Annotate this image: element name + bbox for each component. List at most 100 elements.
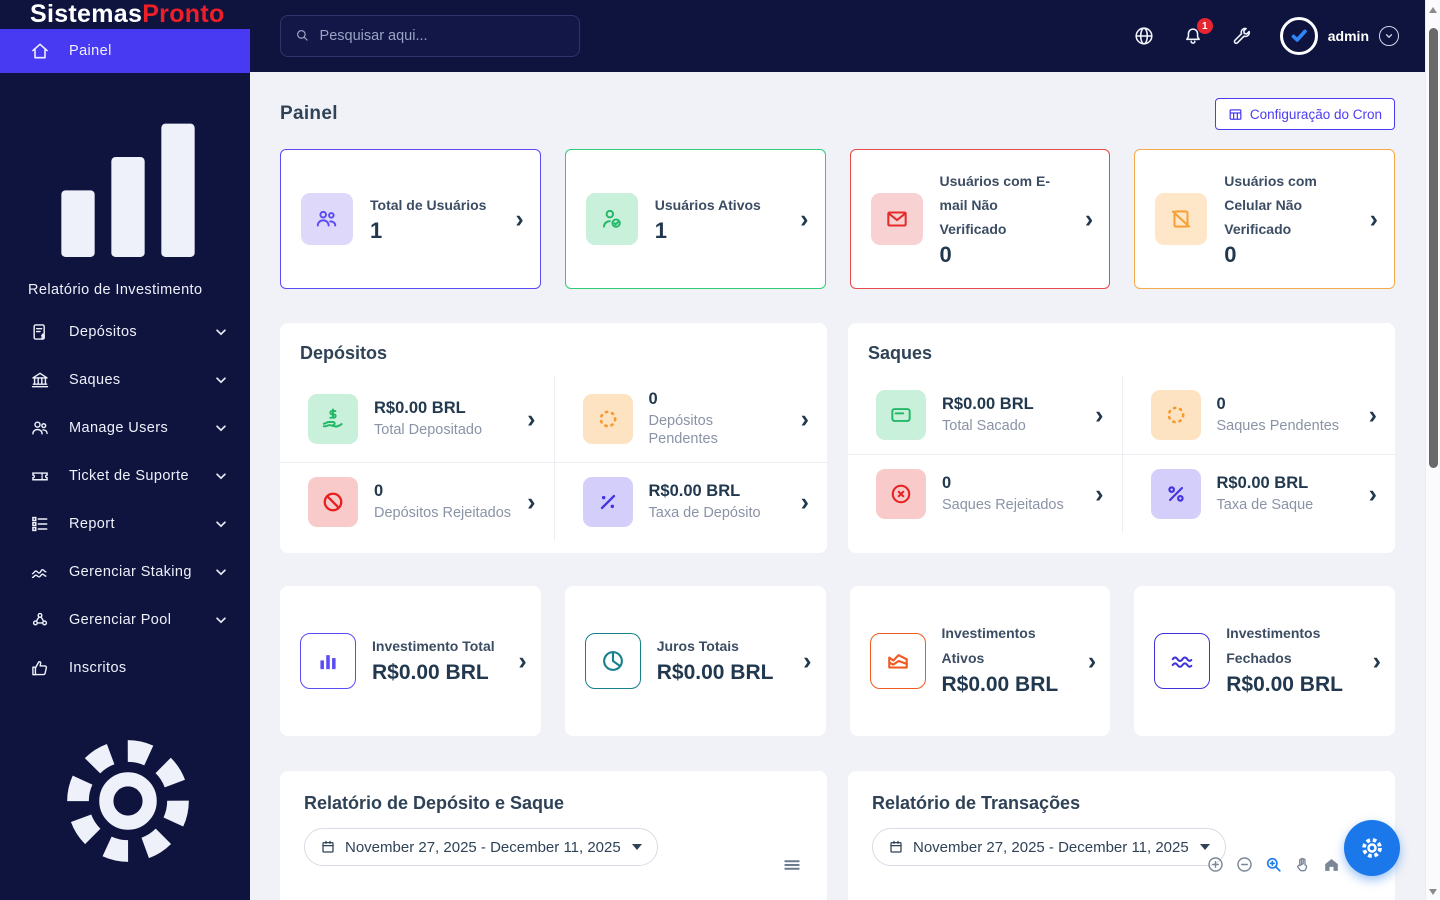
- users-icon: [30, 418, 50, 438]
- card-investimentos-fechados[interactable]: Investimentos Fechados R$0.00 BRL ›: [1134, 586, 1395, 736]
- card-investimentos-ativos[interactable]: Investimentos Ativos R$0.00 BRL ›: [849, 586, 1111, 736]
- withdrawals-panel: Saques R$0.00 BRL Total Sacado › 0 Saque…: [848, 323, 1395, 553]
- cell-value: R$0.00 BRL: [942, 394, 1034, 413]
- sidebar-item-gerenciar-staking[interactable]: Gerenciar Staking: [0, 548, 250, 596]
- deposits-rejected-cell[interactable]: 0 Depósitos Rejeitados ›: [280, 462, 554, 541]
- sidebar-item-painel[interactable]: Painel: [0, 29, 250, 73]
- cron-config-button[interactable]: Configuração do Cron: [1214, 98, 1395, 130]
- chevron-right-icon: ›: [1369, 204, 1378, 233]
- page-scrollbar[interactable]: [1425, 0, 1440, 900]
- chevron-down-icon: [214, 565, 228, 579]
- sidebar-item-depositos[interactable]: Depósitos: [0, 308, 250, 356]
- withdrawals-total-cell[interactable]: R$0.00 BRL Total Sacado ›: [848, 376, 1122, 454]
- bell-icon[interactable]: 1: [1182, 18, 1213, 47]
- sidebar-item-inscritos[interactable]: Inscritos: [0, 644, 250, 692]
- stat-card-email-nao-verificado[interactable]: Usuários com E-mail Não Verificado 0 ›: [849, 149, 1111, 289]
- pan-icon[interactable]: [1293, 855, 1312, 874]
- chevron-right-icon: ›: [515, 204, 524, 233]
- percent-icon: [1150, 469, 1201, 519]
- topbar: 1 admin: [250, 0, 1425, 72]
- cell-value: R$0.00 BRL: [374, 399, 466, 418]
- caret-down-icon: [1199, 844, 1210, 850]
- chevron-right-icon: ›: [800, 404, 809, 433]
- sidebar-item-manage-users[interactable]: Manage Users: [0, 404, 250, 452]
- thumbs-up-icon: [30, 658, 50, 678]
- sidebar-item-ticket-suporte[interactable]: Ticket de Suporte: [0, 452, 250, 500]
- chevron-down-icon: [214, 517, 228, 531]
- globe-icon[interactable]: [1133, 25, 1155, 47]
- stat-card-total-usuarios[interactable]: Total de Usuários 1 ›: [280, 149, 541, 289]
- home-icon: [30, 41, 50, 61]
- spinner-icon: [582, 394, 633, 445]
- chevron-right-icon: ›: [1087, 646, 1097, 675]
- search-input[interactable]: [319, 28, 565, 44]
- wrench-icon[interactable]: [1231, 25, 1253, 47]
- topbar-actions: 1 admin: [1133, 17, 1399, 55]
- cell-value: 0: [942, 473, 952, 492]
- credit-card-icon: [876, 390, 926, 440]
- chevron-right-icon: ›: [1095, 479, 1104, 508]
- stat-label: Total de Usuários: [370, 196, 487, 213]
- stat-label: Usuários com Celular Não Verificado: [1224, 173, 1317, 237]
- stat-value: 0: [1224, 241, 1237, 267]
- sidebar-item-label: Report: [69, 516, 115, 532]
- stat-card-celular-nao-verificado[interactable]: Usuários com Celular Não Verificado 0 ›: [1134, 149, 1395, 289]
- staking-chart-icon: [30, 562, 50, 582]
- scroll-down-arrow[interactable]: [1429, 889, 1437, 895]
- settings-fab[interactable]: [1344, 820, 1400, 876]
- app-logo[interactable]: Sistemas Pronto: [0, 0, 250, 29]
- waves-icon: [1154, 633, 1211, 689]
- cell-value: 0: [1216, 394, 1226, 413]
- cron-button-label: Configuração do Cron: [1249, 106, 1382, 122]
- sidebar-item-label: Manage Users: [69, 420, 169, 436]
- report-deposito-saque: Relatório de Depósito e Saque November 2…: [280, 771, 827, 900]
- spinner-icon: [1150, 390, 1201, 440]
- deposits-panel: Depósitos R$0.00 BRL Total Depositado ›: [280, 323, 827, 553]
- chevron-right-icon: ›: [1368, 479, 1377, 508]
- chevron-right-icon: ›: [1095, 400, 1104, 429]
- bank-icon: [30, 370, 50, 390]
- sidebar-item-saques[interactable]: Saques: [0, 356, 250, 404]
- page-title: Painel: [280, 103, 338, 124]
- zoom-in-icon[interactable]: [1206, 855, 1225, 874]
- withdrawals-pending-cell[interactable]: 0 Saques Pendentes ›: [1121, 376, 1396, 454]
- user-menu[interactable]: admin: [1279, 17, 1399, 55]
- cell-label: Taxa de Depósito: [648, 505, 761, 522]
- percent-icon: [582, 477, 633, 528]
- stat-value: 0: [939, 241, 952, 267]
- x-circle-icon: [876, 469, 926, 519]
- withdrawals-rejected-cell[interactable]: 0 Saques Rejeitados ›: [848, 454, 1122, 533]
- scrollbar-thumb[interactable]: [1429, 28, 1438, 468]
- sidebar-item-relatorio-investimento[interactable]: Relatório de Investimento: [0, 73, 250, 308]
- report-title: Relatório de Transações: [872, 793, 1081, 813]
- reset-home-icon[interactable]: [1322, 855, 1341, 874]
- deposits-fee-cell[interactable]: R$0.00 BRL Taxa de Depósito ›: [553, 462, 827, 542]
- phone-slash-icon: [1155, 193, 1208, 245]
- sidebar-item-gerenciar-pool[interactable]: Gerenciar Pool: [0, 596, 250, 644]
- date-range-picker[interactable]: November 27, 2025 - December 11, 2025: [872, 828, 1226, 866]
- notification-badge: 1: [1196, 18, 1213, 34]
- card-juros-totais[interactable]: Juros Totais R$0.00 BRL ›: [564, 586, 826, 736]
- zoom-out-icon[interactable]: [1235, 855, 1254, 874]
- cell-label: Total Sacado: [942, 417, 1026, 434]
- reports-row: Relatório de Depósito e Saque November 2…: [280, 771, 1395, 900]
- sidebar-item-report[interactable]: Report: [0, 500, 250, 548]
- deposits-total-cell[interactable]: R$0.00 BRL Total Depositado ›: [280, 376, 554, 462]
- date-range-picker[interactable]: November 27, 2025 - December 11, 2025: [304, 828, 658, 866]
- cell-value: 0: [648, 390, 658, 408]
- scroll-up-arrow[interactable]: [1429, 7, 1437, 13]
- stat-card-usuarios-ativos[interactable]: Usuários Ativos 1 ›: [564, 149, 826, 289]
- sidebar-item-configuracao-sistema[interactable]: Configuração do Sistema: [0, 692, 250, 900]
- sidebar: Sistemas Pronto Painel Relatório de Inves…: [0, 0, 250, 900]
- calendar-icon: [888, 839, 904, 855]
- chevron-right-icon: ›: [800, 487, 809, 516]
- page-header: Painel Configuração do Cron: [280, 98, 1395, 130]
- search-box[interactable]: [280, 15, 580, 57]
- menu-icon[interactable]: [782, 855, 802, 875]
- withdrawals-fee-cell[interactable]: R$0.00 BRL Taxa de Saque ›: [1121, 454, 1395, 533]
- investment-cards-row: Investimento Total R$0.00 BRL › Juros To…: [280, 586, 1395, 736]
- stat-value: 1: [654, 217, 667, 243]
- card-investimento-total[interactable]: Investimento Total R$0.00 BRL ›: [280, 586, 541, 736]
- zoom-select-icon[interactable]: [1264, 855, 1283, 874]
- deposits-pending-cell[interactable]: 0 Depósitos Pendentes ›: [553, 376, 828, 463]
